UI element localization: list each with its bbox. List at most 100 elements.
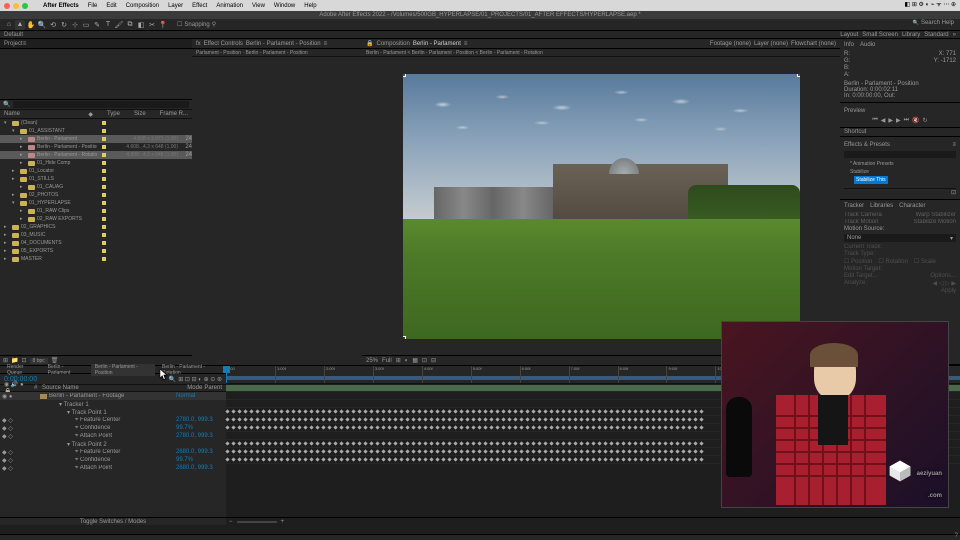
playhead[interactable] (226, 366, 227, 383)
col-mode[interactable]: Mode (187, 385, 202, 391)
timeline-row[interactable]: ▾ Track Point 2 (0, 440, 226, 448)
rotation-tool[interactable]: ↻ (59, 20, 69, 30)
window-controls[interactable] (4, 3, 28, 9)
menu-file[interactable]: File (88, 3, 98, 9)
track-camera-button[interactable]: Track Camera (844, 212, 882, 218)
effects-title[interactable]: Effects & Presets (844, 142, 890, 148)
hand-tool[interactable]: ✋ (26, 20, 36, 30)
workspace-mode[interactable]: Library (902, 32, 920, 38)
opt-scale[interactable]: ☐ Scale (914, 258, 936, 265)
effects-item[interactable]: Stabilize (844, 168, 956, 176)
snapping-toggle[interactable]: ☐ Snapping ⚲ (177, 21, 216, 28)
menu-composition[interactable]: Composition (126, 3, 159, 9)
project-tab[interactable]: Project (4, 41, 23, 47)
timeline-row[interactable]: ◉ ●Berlin - Parlament - FootageNormal (0, 392, 226, 400)
menu-window[interactable]: Window (274, 3, 295, 9)
close-dot-icon[interactable] (4, 3, 10, 9)
edit-target-button[interactable]: Edit Target... (844, 273, 878, 279)
col-size[interactable]: Size (134, 111, 146, 118)
transform-handle[interactable] (403, 74, 406, 77)
workspace-mode[interactable]: Standard (924, 32, 948, 38)
minimize-dot-icon[interactable] (13, 3, 19, 9)
project-row[interactable]: ▸02_PHOTOS (0, 191, 192, 199)
effects-item-selected[interactable]: Stabilize This (854, 176, 888, 184)
project-row[interactable]: ▸Berlin - Parlament4.608 x 3.072 (1,00)2… (0, 135, 192, 143)
viewer-breadcrumb[interactable]: Berlin - Parlament < Berlin - Parlament … (362, 49, 840, 57)
puppet-tool[interactable]: 📍 (158, 20, 168, 30)
playhead-handle-icon[interactable] (223, 366, 230, 373)
grid-icon[interactable]: ⊞ (396, 357, 401, 364)
toggle-switches-button[interactable]: Toggle Switches / Modes (80, 519, 146, 525)
col-framerate[interactable]: Frame R... (160, 111, 188, 118)
tl-search-icon[interactable]: 🔍 (169, 376, 176, 383)
workspace-mode[interactable]: Layout (840, 32, 858, 38)
col-parent[interactable]: Parent (204, 385, 222, 391)
project-list[interactable]: ▾(Clean)▾01_ASSISTANT▸Berlin - Parlament… (0, 119, 192, 355)
lock-icon[interactable]: 🔒 (366, 40, 373, 47)
timeline-zoom-slider[interactable] (237, 521, 277, 523)
project-row[interactable]: ▸MASTER (0, 255, 192, 263)
project-row[interactable]: ▸03_MUSIC (0, 231, 192, 239)
zoom-out-icon[interactable]: − (229, 519, 233, 525)
transform-handle[interactable] (403, 336, 406, 339)
libraries-tab[interactable]: Libraries (870, 203, 893, 209)
composition-tab[interactable]: Composition (376, 41, 409, 47)
timeline-row[interactable]: ◆ ◇⌖ Confidence99.7% (0, 424, 226, 432)
play-icon[interactable]: ▶ (888, 117, 893, 124)
menu-animation[interactable]: Animation (216, 3, 243, 9)
app-menu[interactable]: After Effects (43, 3, 79, 9)
project-row[interactable]: ▾01_ASSISTANT (0, 127, 192, 135)
stabilize-motion-button[interactable]: Stabilize Motion (914, 219, 956, 225)
project-row[interactable]: ▸01_RAW Clips (0, 207, 192, 215)
apply-button[interactable]: Apply (941, 288, 956, 294)
effects-item[interactable]: * Animation Presets (844, 160, 956, 168)
effects-search-input[interactable] (844, 151, 956, 158)
viewer-tab[interactable]: Flowchart (none) (791, 41, 836, 47)
project-row[interactable]: ▸04_DOCUMENTS (0, 239, 192, 247)
composition-viewer[interactable] (362, 57, 840, 355)
workspace-mode[interactable]: Small Screen (862, 32, 898, 38)
toggle-alpha-icon[interactable]: ▦ (412, 357, 418, 364)
mute-icon[interactable]: 🔇 (912, 117, 919, 124)
info-tab[interactable]: Info (844, 42, 854, 48)
menu-layer[interactable]: Layer (168, 3, 183, 9)
first-frame-icon[interactable]: ⏮ (872, 117, 877, 124)
shortcut-panel[interactable]: Shortcut (844, 129, 866, 135)
col-layer-num[interactable]: # (34, 385, 40, 391)
workspace-current[interactable]: Default (4, 32, 23, 38)
col-source[interactable]: Source Name (42, 385, 185, 391)
effect-controls-tab[interactable]: Effect Controls (204, 41, 243, 47)
timeline-row[interactable]: ◆ ◇⌖ Attach Point2680.0, 999.3 (0, 464, 226, 472)
menu-effect[interactable]: Effect (192, 3, 207, 9)
warp-stabilizer-button[interactable]: Warp Stabilizer (916, 212, 956, 218)
opt-rotation[interactable]: ☐ Rotation (878, 258, 907, 265)
opt-position[interactable]: ☐ Position (844, 258, 872, 265)
zoom-dot-icon[interactable] (22, 3, 28, 9)
loop-icon[interactable]: ↻ (923, 117, 928, 124)
audio-tab[interactable]: Audio (860, 42, 875, 48)
col-label-icon[interactable]: ◆ (88, 111, 93, 118)
viewer-tab[interactable]: Footage (none) (710, 41, 751, 47)
search-help[interactable]: 🔍 Search Help (913, 20, 954, 26)
timecode-icon[interactable]: ⊟ (431, 357, 436, 364)
timeline-row[interactable]: ▾ Track Point 1 (0, 408, 226, 416)
project-row[interactable]: ▸02_GRAPHICS (0, 223, 192, 231)
project-row[interactable]: ▸Berlin - Parlament - Rotation4.608...4,… (0, 151, 192, 159)
pan-behind-tool[interactable]: ⊹ (70, 20, 80, 30)
pen-tool[interactable]: ✎ (92, 20, 102, 30)
col-type[interactable]: Type (107, 111, 120, 118)
timeline-row[interactable]: ▾ Tracker 1 (0, 400, 226, 408)
options-button[interactable]: Options... (930, 273, 956, 279)
home-button[interactable]: ⌂ (4, 20, 14, 30)
motion-source-dropdown[interactable]: None▾ (844, 234, 956, 242)
selection-tool[interactable]: ▲ (15, 20, 25, 30)
mask-icon[interactable]: ◐ (405, 358, 409, 364)
shape-tool[interactable]: ▭ (81, 20, 91, 30)
magnification-dropdown[interactable]: 25% (366, 358, 378, 364)
project-row[interactable]: ▾01_HYPERLAPSE (0, 199, 192, 207)
region-icon[interactable]: ⊡ (422, 357, 427, 364)
project-search-input[interactable] (13, 101, 189, 108)
timeline-layer-list[interactable]: ◉ ●Berlin - Parlament - FootageNormal▾ T… (0, 392, 226, 517)
col-name[interactable]: Name (4, 111, 20, 117)
prev-frame-icon[interactable]: ◀ (881, 117, 886, 124)
